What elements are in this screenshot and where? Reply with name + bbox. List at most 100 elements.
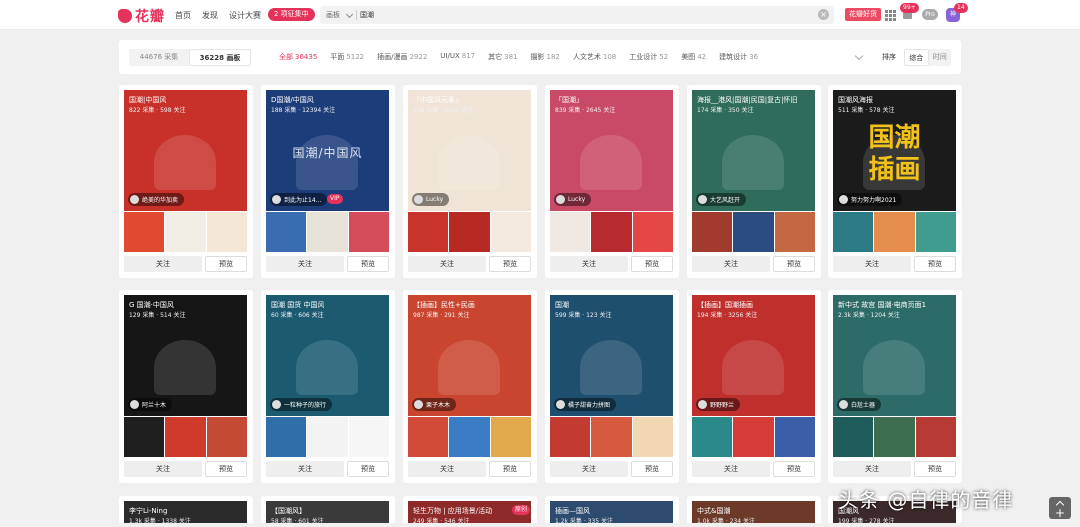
board-thumbnail[interactable]	[550, 212, 591, 252]
expand-categories-icon[interactable]	[854, 51, 864, 61]
board-cover[interactable]: 【国潮风】 58 采集 · 601 关注	[266, 501, 389, 523]
board-thumbnail[interactable]	[449, 212, 490, 252]
board-owner[interactable]: 橘子甜奋力拼图	[554, 398, 617, 411]
board-thumbnail[interactable]	[124, 417, 165, 457]
chevron-down-icon[interactable]	[345, 10, 354, 19]
follow-button[interactable]: 关注	[408, 461, 486, 477]
preview-button[interactable]: 预览	[631, 461, 673, 477]
sort-overall[interactable]: 综合	[904, 49, 929, 66]
board-card[interactable]: 「中国风元素」 628 采集 · 3052 关注 Lucky 关注 预览	[403, 85, 537, 278]
board-thumbnail[interactable]	[632, 417, 673, 457]
category-beauty[interactable]: 美图 42	[681, 52, 706, 62]
board-card[interactable]: 国潮|中国风 822 采集 · 598 关注 绝美的华加卖关注 预览	[119, 85, 253, 278]
category-photography[interactable]: 摄影 182	[531, 52, 560, 62]
follow-button[interactable]: 关注	[692, 256, 770, 272]
board-thumbnail[interactable]	[307, 417, 348, 457]
preview-button[interactable]: 预览	[205, 461, 247, 477]
apps-grid-icon[interactable]	[885, 10, 896, 21]
board-card[interactable]: 国潮/中国风 D国潮/中国风 188 采集 · 12394 关注 到此为止14... V…	[261, 85, 395, 278]
category-architecture[interactable]: 建筑设计 36	[719, 52, 758, 62]
follow-button[interactable]: 关注	[124, 256, 202, 272]
board-owner[interactable]: 大艺风赶开	[696, 193, 747, 206]
board-owner[interactable]: Lucky	[412, 193, 450, 206]
preview-button[interactable]: 预览	[205, 256, 247, 272]
board-thumbnail[interactable]	[408, 212, 449, 252]
board-thumbnail[interactable]	[165, 212, 206, 252]
board-thumbnail[interactable]	[165, 417, 206, 457]
preview-button[interactable]: 预览	[773, 461, 815, 477]
board-cover[interactable]: 中式&国潮 1.0k 采集 · 234 关注	[692, 501, 815, 523]
follow-button[interactable]: 关注	[408, 256, 486, 272]
board-cover[interactable]: 国潮|中国风 822 采集 · 598 关注 绝美的华加卖	[124, 90, 247, 211]
category-uiux[interactable]: UI/UX 817	[440, 52, 475, 62]
board-cover[interactable]: 「中国风元素」 628 采集 · 3052 关注 Lucky	[408, 90, 531, 211]
preview-button[interactable]: 预览	[347, 256, 389, 272]
board-thumbnail[interactable]	[874, 212, 915, 252]
preview-button[interactable]: 预览	[914, 461, 956, 477]
preview-button[interactable]: 预览	[489, 461, 531, 477]
board-owner[interactable]: 栗子木木	[412, 398, 457, 411]
board-thumbnail[interactable]	[124, 212, 165, 252]
board-cover[interactable]: 李宁Li-Ning 1.3k 采集 · 1338 关注	[124, 501, 247, 523]
category-all[interactable]: 全部 36435	[279, 52, 317, 62]
follow-button[interactable]: 关注	[266, 461, 344, 477]
board-cover[interactable]: 【插画】民性+民画 987 采集 · 291 关注 栗子木木	[408, 295, 531, 416]
board-owner[interactable]: 白尬土器	[837, 398, 882, 411]
board-cover[interactable]: 插画—国风 1.2k 采集 · 335 关注	[550, 501, 673, 523]
follow-button[interactable]: 关注	[692, 461, 770, 477]
category-other[interactable]: 其它 381	[488, 52, 517, 62]
board-thumbnail[interactable]	[733, 417, 774, 457]
tab-boards[interactable]: 36228 画板	[189, 49, 251, 66]
board-card[interactable]: 李宁Li-Ning 1.3k 采集 · 1338 关注	[119, 496, 253, 523]
board-card[interactable]: 国潮 插画 国潮风海报 511 采集 · 578 关注 努力努力啊2021 关注 预览	[828, 85, 962, 278]
collect-campaign-pill[interactable]: 2 项征集中	[268, 8, 315, 21]
category-graphic[interactable]: 平面 5122	[330, 52, 364, 62]
board-card[interactable]: 插画—国风 1.2k 采集 · 335 关注	[545, 496, 679, 523]
board-thumbnail[interactable]	[833, 417, 874, 457]
search-input[interactable]	[360, 8, 800, 22]
board-owner[interactable]: 一粒种子的旅行	[270, 398, 333, 411]
board-card[interactable]: 「国潮」 839 采集 · 2645 关注 Lucky 关注 预览	[545, 85, 679, 278]
board-card[interactable]: 【国潮风】 58 采集 · 601 关注	[261, 496, 395, 523]
board-thumbnail[interactable]	[490, 417, 531, 457]
board-card[interactable]: 海报__港风|国潮|民国|复古|怀旧 174 采集 · 350 关注 大艺风赶开关注…	[687, 85, 821, 278]
board-thumbnail[interactable]	[774, 417, 815, 457]
follow-button[interactable]: 关注	[550, 256, 628, 272]
board-card[interactable]: 【插画】民性+民画 987 采集 · 291 关注 栗子木木关注 预览	[403, 290, 537, 483]
board-cover[interactable]: 国潮 599 采集 · 123 关注 橘子甜奋力拼图	[550, 295, 673, 416]
board-thumbnail[interactable]	[692, 212, 733, 252]
follow-button[interactable]: 关注	[266, 256, 344, 272]
board-thumbnail[interactable]	[266, 212, 307, 252]
board-card[interactable]: G 国潮·中国风 129 采集 · 514 关注 阿兰十木 关注 预览	[119, 290, 253, 483]
hot-goods-button[interactable]: 花瓣好货	[845, 8, 881, 21]
board-cover[interactable]: 国潮 插画 国潮风海报 511 采集 · 578 关注 努力努力啊2021	[833, 90, 956, 211]
preview-button[interactable]: 预览	[631, 256, 673, 272]
category-humanities-art[interactable]: 人文艺术 108	[573, 52, 616, 62]
category-industrial-design[interactable]: 工业设计 52	[629, 52, 668, 62]
board-thumbnail[interactable]	[307, 212, 348, 252]
board-thumbnail[interactable]	[408, 417, 449, 457]
board-thumbnail[interactable]	[874, 417, 915, 457]
board-thumbnail[interactable]	[550, 417, 591, 457]
board-owner[interactable]: 努力努力啊2021	[837, 193, 903, 206]
board-owner[interactable]: 野野野兰	[696, 398, 741, 411]
board-card[interactable]: 轻生万物 | 应用场景/活动 249 采集 · 546 关注 原创	[403, 496, 537, 523]
preview-button[interactable]: 预览	[773, 256, 815, 272]
board-owner[interactable]: Lucky	[554, 193, 592, 206]
board-thumbnail[interactable]	[449, 417, 490, 457]
follow-button[interactable]: 关注	[124, 461, 202, 477]
preview-button[interactable]: 预览	[914, 256, 956, 272]
board-thumbnail[interactable]	[692, 417, 733, 457]
board-thumbnail[interactable]	[591, 212, 632, 252]
board-cover[interactable]: 海报__港风|国潮|民国|复古|怀旧 174 采集 · 350 关注 大艺风赶开	[692, 90, 815, 211]
board-owner[interactable]: 阿兰十木	[128, 398, 173, 411]
board-cover[interactable]: 新中式 故宫 国潮·电商页面1 2.3k 采集 · 1204 关注 白尬土器	[833, 295, 956, 416]
board-thumbnail[interactable]	[490, 212, 531, 252]
board-cover[interactable]: 国潮 国货 中国风 60 采集 · 606 关注 一粒种子的旅行	[266, 295, 389, 416]
board-owner[interactable]: 到此为止14...	[270, 193, 328, 206]
board-cover[interactable]: 国潮/中国风 D国潮/中国风 188 采集 · 12394 关注 到此为止14... V…	[266, 90, 389, 211]
nav-discover[interactable]: 发现	[202, 10, 218, 21]
board-thumbnail[interactable]	[833, 212, 874, 252]
board-thumbnail[interactable]	[915, 417, 956, 457]
tab-collections[interactable]: 44676 采集	[129, 49, 189, 66]
